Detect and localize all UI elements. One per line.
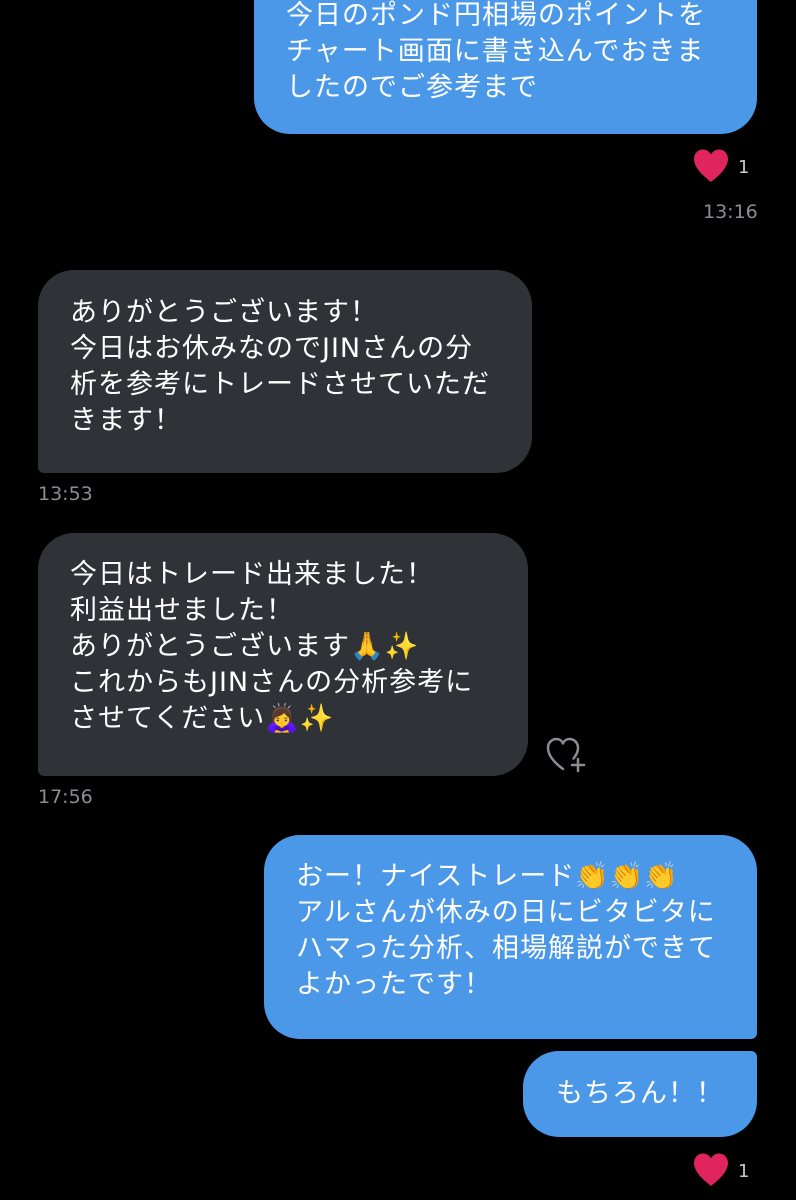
message-timestamp: 13:16 [703,201,758,223]
heart-icon [692,148,730,188]
message-bubble-sent[interactable]: 今日のポンド円相場のポイントを チャート画面に書き込んでおきま したのでご参考ま… [254,0,757,134]
message-timestamp: 13:53 [38,483,93,505]
message-reaction[interactable]: 1 [692,148,749,188]
reaction-count: 1 [738,1161,750,1182]
reaction-count: 1 [738,157,750,178]
message-bubble-received[interactable]: ありがとうございます！ 今日はお休みなのでJINさんの分 析を参考にトレードさせ… [38,270,532,473]
message-reaction[interactable]: 1 [692,1152,749,1192]
message-timestamp: 17:56 [38,786,93,808]
heart-plus-icon[interactable] [545,735,589,779]
message-bubble-sent[interactable]: おー！ナイストレード👏👏👏 アルさんが休みの日にビタビタに ハマった分析、相場解… [264,835,757,1039]
message-bubble-sent[interactable]: もちろん！！ [523,1051,757,1137]
heart-icon [692,1152,730,1192]
message-bubble-received[interactable]: 今日はトレード出来ました！ 利益出せました！ ありがとうございます🙏✨ これから… [38,533,528,776]
